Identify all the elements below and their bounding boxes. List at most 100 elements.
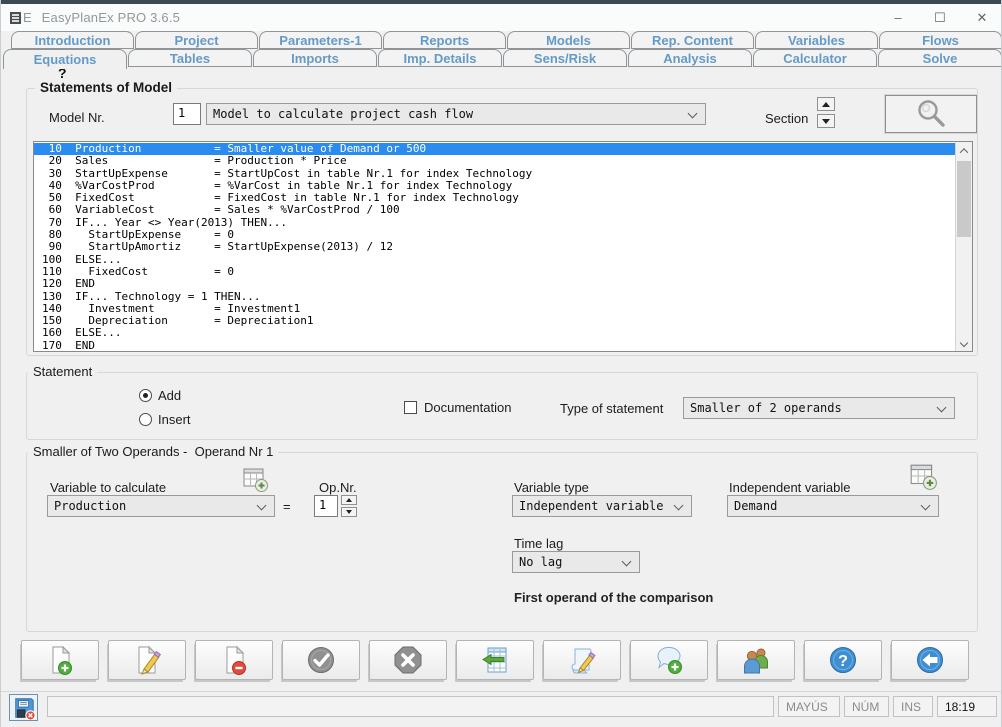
scrollbar-thumb[interactable] xyxy=(957,161,971,237)
statement-group-title: Statement xyxy=(28,364,98,379)
window-title: EasyPlanEx PRO 3.6.5 xyxy=(41,10,181,25)
triangle-down-icon xyxy=(346,510,352,514)
section-spinner xyxy=(817,97,835,128)
type-of-statement-select[interactable]: Smaller of 2 operands xyxy=(683,397,955,419)
confirm-button[interactable] xyxy=(282,640,360,680)
comment-add-icon xyxy=(657,646,682,674)
type-of-statement-label: Type of statement xyxy=(560,401,664,416)
triangle-up-icon xyxy=(822,101,830,107)
help-button[interactable]: ? xyxy=(804,640,882,680)
minimize-button[interactable]: – xyxy=(877,4,919,31)
statements-list: 10 Production = Smaller value of Demand … xyxy=(33,141,973,352)
op-nr-input[interactable]: 1 xyxy=(314,495,338,517)
tab-models[interactable]: Models xyxy=(507,31,630,49)
tab-row-2: Equations Tables Imports Imp. Details Se… xyxy=(1,49,1001,69)
independent-variable-table-add-button[interactable] xyxy=(908,461,938,491)
variable-table-add-button[interactable] xyxy=(241,465,269,493)
tab-introduction[interactable]: Introduction xyxy=(11,31,134,49)
variable-to-calculate-value: Production xyxy=(54,499,127,513)
independent-variable-select[interactable]: Demand xyxy=(727,495,939,517)
tab-project[interactable]: Project xyxy=(135,31,258,49)
time-lag-select[interactable]: No lag xyxy=(512,551,640,573)
users-icon xyxy=(744,648,768,674)
arrow-left-icon xyxy=(917,647,943,673)
delete-document-button[interactable] xyxy=(195,640,273,680)
model-select[interactable]: Model to calculate project cash flow xyxy=(206,103,706,125)
op-nr-spin-down-button[interactable] xyxy=(341,507,357,517)
statement-row[interactable]: 120 END xyxy=(34,277,955,290)
scroll-down-button[interactable] xyxy=(956,334,972,351)
statement-row[interactable]: 170 END xyxy=(34,339,955,351)
operand-hint-text: First operand of the comparison xyxy=(514,590,714,605)
operand-group: Smaller of Two Operands - Operand Nr 1 V… xyxy=(26,444,978,632)
tab-reports[interactable]: Reports xyxy=(383,31,506,49)
table-return-button[interactable] xyxy=(456,640,534,680)
back-button[interactable] xyxy=(891,640,969,680)
section-spin-down-button[interactable] xyxy=(817,114,835,128)
scroll-up-button[interactable] xyxy=(956,142,972,159)
tab-rep-content[interactable]: Rep. Content xyxy=(631,31,754,49)
status-message-panel xyxy=(47,696,774,717)
tab-flows[interactable]: Flows xyxy=(879,31,1001,49)
model-nr-input[interactable]: 1 xyxy=(173,103,201,125)
insert-radio-label: Insert xyxy=(158,412,191,427)
triangle-down-icon xyxy=(822,118,830,124)
new-document-icon xyxy=(52,645,72,675)
tab-equations[interactable]: Equations xyxy=(3,49,127,69)
scroll-pencil-icon xyxy=(571,648,596,674)
section-spin-up-button[interactable] xyxy=(817,97,835,111)
statements-scrollbar[interactable] xyxy=(955,142,972,351)
statements-of-model-group: Statements of Model Model Nr. 1 Model to… xyxy=(26,80,978,356)
maximize-button[interactable]: ☐ xyxy=(919,4,961,31)
tab-imp-details[interactable]: Imp. Details xyxy=(378,49,502,67)
app-icon: E xyxy=(10,10,32,25)
statement-row[interactable]: 60 VariableCost = Sales * %VarCostProd /… xyxy=(34,204,955,217)
add-comment-button[interactable] xyxy=(630,640,708,680)
close-button[interactable]: ✕ xyxy=(961,4,1001,31)
application-window: E EasyPlanEx PRO 3.6.5 – ☐ ✕ Introductio… xyxy=(0,0,1002,727)
documentation-button[interactable] xyxy=(543,640,621,680)
documentation-label: Documentation xyxy=(424,400,512,415)
model-select-value: Model to calculate project cash flow xyxy=(213,107,474,121)
tab-imports[interactable]: Imports xyxy=(253,49,377,67)
variable-to-calculate-label: Variable to calculate xyxy=(50,480,167,495)
tab-parameters-1[interactable]: Parameters-1 xyxy=(259,31,382,49)
add-radio[interactable]: Add xyxy=(139,388,181,403)
statement-row[interactable]: 150 Depreciation = Depreciation1 xyxy=(34,314,955,327)
statement-row[interactable]: 90 StartUpAmortiz = StartUpExpense(2013)… xyxy=(34,241,955,254)
tab-analysis[interactable]: Analysis xyxy=(628,49,752,67)
independent-variable-value: Demand xyxy=(734,499,778,513)
chevron-down-icon xyxy=(256,500,267,511)
op-nr-spin-up-button[interactable] xyxy=(341,495,357,505)
statements-rows: 10 Production = Smaller value of Demand … xyxy=(34,142,955,351)
edit-document-button[interactable] xyxy=(108,640,186,680)
statement-row[interactable]: 130 IF... Technology = 1 THEN... xyxy=(34,290,955,303)
cancel-button[interactable] xyxy=(369,640,447,680)
statement-row[interactable]: 160 ELSE... xyxy=(34,327,955,340)
model-nr-label: Model Nr. xyxy=(49,110,105,125)
variable-to-calculate-select[interactable]: Production xyxy=(47,495,275,517)
time-lag-label: Time lag xyxy=(514,536,564,551)
chevron-down-icon xyxy=(920,500,931,511)
tab-tables[interactable]: Tables xyxy=(128,49,252,67)
tab-calculator[interactable]: Calculator xyxy=(753,49,877,67)
add-radio-label: Add xyxy=(158,388,182,403)
independent-variable-label: Independent variable xyxy=(729,480,851,495)
tab-variables[interactable]: Variables xyxy=(755,31,878,49)
tab-solve[interactable]: Solve xyxy=(878,49,1001,67)
statement-group: Statement Add Insert Documentation Type … xyxy=(26,364,978,440)
insert-radio[interactable]: Insert xyxy=(139,412,191,427)
users-button[interactable] xyxy=(717,640,795,680)
check-icon xyxy=(308,647,334,673)
statement-row[interactable]: 20 Sales = Production * Price xyxy=(34,154,955,167)
app-grid-icon xyxy=(10,11,21,24)
chevron-down-icon xyxy=(687,108,698,119)
caps-lock-indicator: MAYÚS xyxy=(778,696,840,717)
documentation-checkbox[interactable]: Documentation xyxy=(404,400,511,415)
save-status-button[interactable] xyxy=(9,694,38,721)
variable-type-select[interactable]: Independent variable xyxy=(512,495,692,517)
search-button[interactable] xyxy=(885,95,977,133)
new-document-button[interactable] xyxy=(21,640,99,680)
tab-sens-risk[interactable]: Sens/Risk xyxy=(503,49,627,67)
statement-row[interactable]: 110 FixedCost = 0 xyxy=(34,265,955,278)
